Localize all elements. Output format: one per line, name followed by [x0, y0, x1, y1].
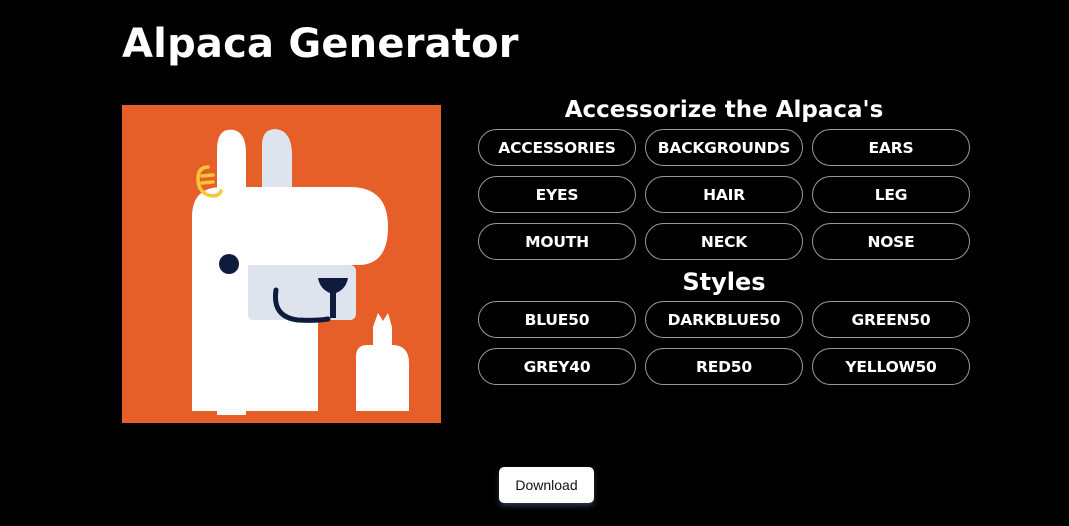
style-grey40-button[interactable]: GREY40	[478, 348, 636, 385]
alpaca-right-ear	[262, 129, 292, 195]
option-neck-button[interactable]: NECK	[645, 223, 803, 260]
style-darkblue50-button[interactable]: DARKBLUE50	[645, 301, 803, 338]
accessorize-options: ACCESSORIES BACKGROUNDS EARS EYES HAIR L…	[478, 129, 970, 260]
accessorize-heading: Accessorize the Alpaca's	[564, 97, 884, 123]
alpaca-preview	[122, 105, 441, 423]
alpaca-image	[122, 105, 441, 423]
alpaca-eye	[219, 254, 239, 274]
option-ears-button[interactable]: EARS	[812, 129, 970, 166]
option-eyes-button[interactable]: EYES	[478, 176, 636, 213]
option-hair-button[interactable]: HAIR	[645, 176, 803, 213]
style-yellow50-button[interactable]: YELLOW50	[812, 348, 970, 385]
style-blue50-button[interactable]: BLUE50	[478, 301, 636, 338]
page-title: Alpaca Generator	[122, 21, 519, 67]
style-red50-button[interactable]: RED50	[645, 348, 803, 385]
option-accessories-button[interactable]: ACCESSORIES	[478, 129, 636, 166]
customization-panel: Accessorize the Alpaca's ACCESSORIES BAC…	[478, 94, 970, 385]
style-options: BLUE50 DARKBLUE50 GREEN50 GREY40 RED50 Y…	[478, 301, 970, 385]
style-green50-button[interactable]: GREEN50	[812, 301, 970, 338]
alpaca-generator-app: Alpaca Generator Accessorize the Alpaca'…	[0, 0, 1069, 526]
download-button[interactable]: Download	[499, 467, 594, 503]
option-nose-button[interactable]: NOSE	[812, 223, 970, 260]
styles-heading: Styles	[682, 268, 766, 296]
option-backgrounds-button[interactable]: BACKGROUNDS	[645, 129, 803, 166]
option-leg-button[interactable]: LEG	[812, 176, 970, 213]
option-mouth-button[interactable]: MOUTH	[478, 223, 636, 260]
